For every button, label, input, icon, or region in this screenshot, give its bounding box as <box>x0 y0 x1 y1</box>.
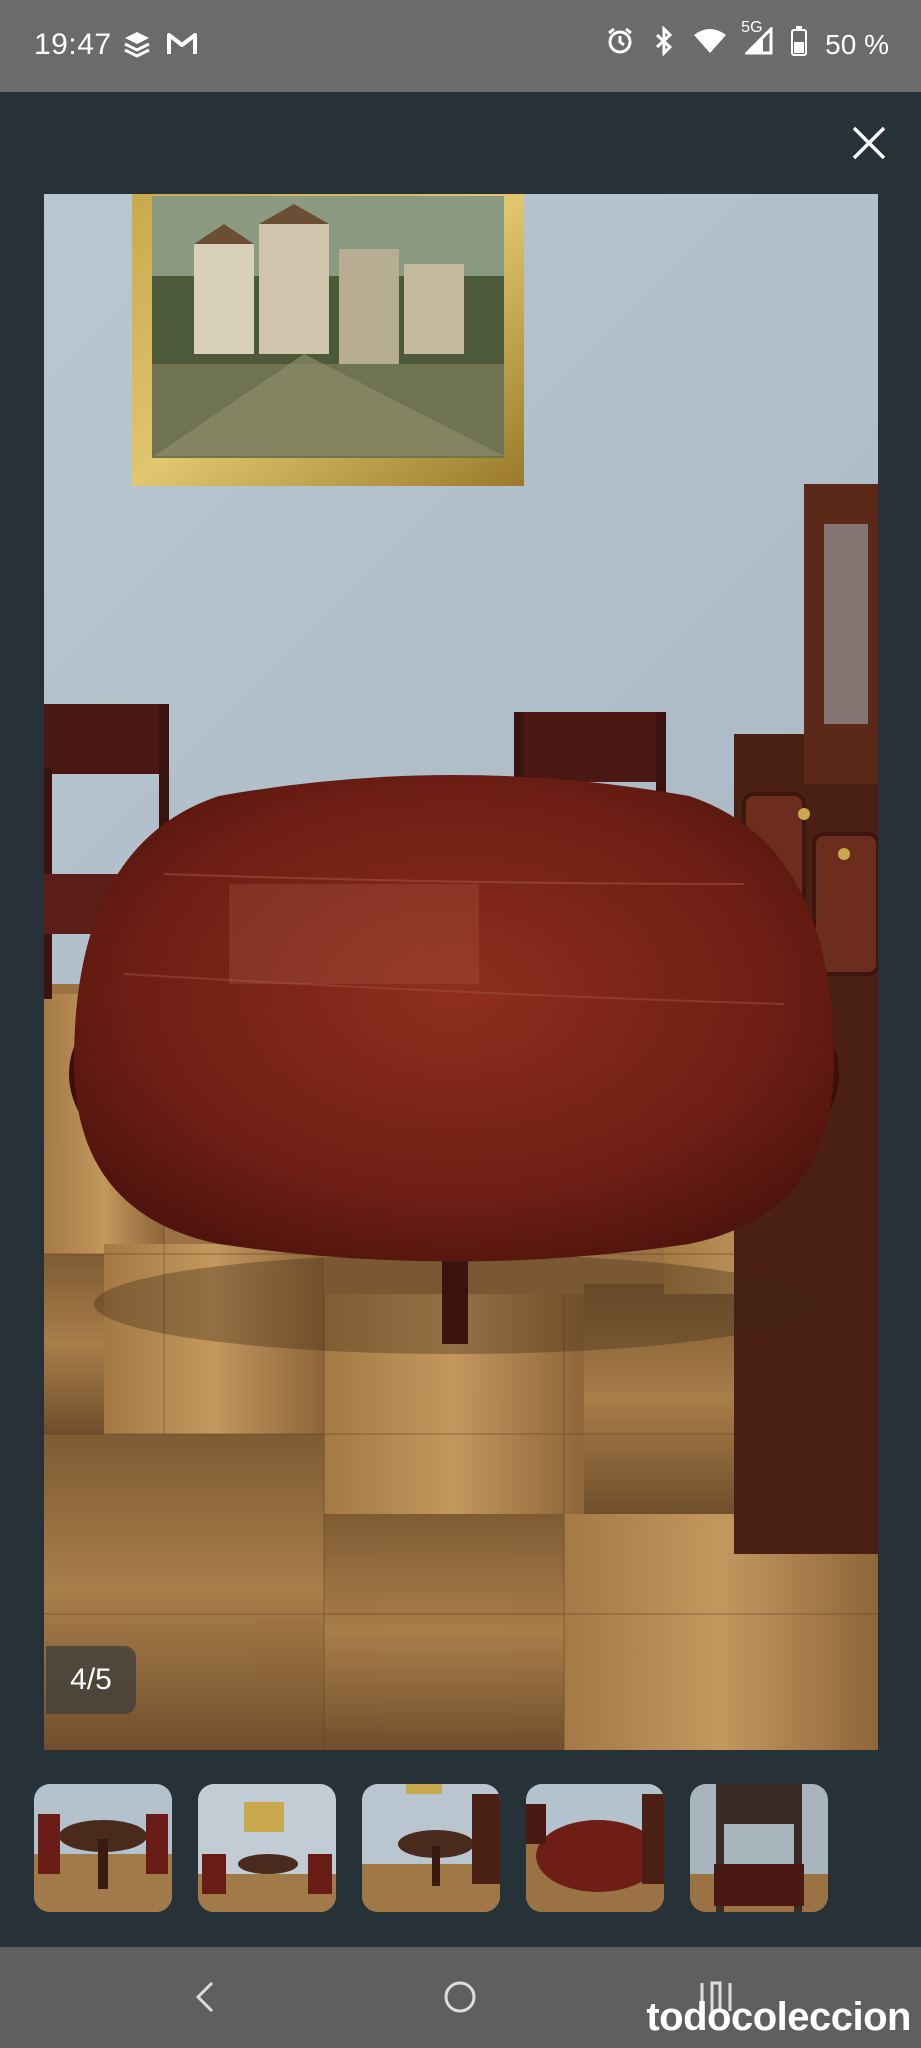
alarm-icon <box>605 26 635 63</box>
signal-icon: 5G <box>741 19 773 62</box>
stack-icon <box>122 30 152 63</box>
status-right-icons: 5G 50 % <box>605 19 889 63</box>
battery-icon <box>791 26 808 63</box>
home-button[interactable] <box>440 1977 480 2022</box>
network-label: 5G <box>741 19 763 36</box>
home-icon <box>444 1981 476 2013</box>
status-left-icons <box>122 30 198 63</box>
close-icon <box>852 126 886 160</box>
watermark: todocoleccion <box>646 1995 911 2039</box>
thumbnail-2[interactable] <box>198 1784 336 1912</box>
dining-table-photo <box>44 194 878 1750</box>
thumbnail-4-selected[interactable] <box>526 1784 664 1912</box>
gmail-icon <box>166 31 198 62</box>
status-time: 19:47 <box>34 28 112 61</box>
bluetooth-icon <box>653 25 675 63</box>
thumbnail-strip <box>34 1784 828 1912</box>
back-button[interactable] <box>188 1977 222 2022</box>
back-icon <box>195 1981 214 2013</box>
thumbnail-5[interactable] <box>690 1784 828 1912</box>
wifi-icon <box>693 27 727 62</box>
thumbnail-1[interactable] <box>34 1784 172 1912</box>
close-button[interactable] <box>848 122 890 164</box>
status-bar: 19:47 5G 50 % <box>0 0 921 92</box>
thumbnail-3[interactable] <box>362 1784 500 1912</box>
battery-text: 50 % <box>825 28 889 60</box>
image-counter: 4/5 <box>46 1646 136 1714</box>
main-photo[interactable] <box>44 194 878 1750</box>
navigation-bar: todocoleccion <box>0 1947 921 2048</box>
